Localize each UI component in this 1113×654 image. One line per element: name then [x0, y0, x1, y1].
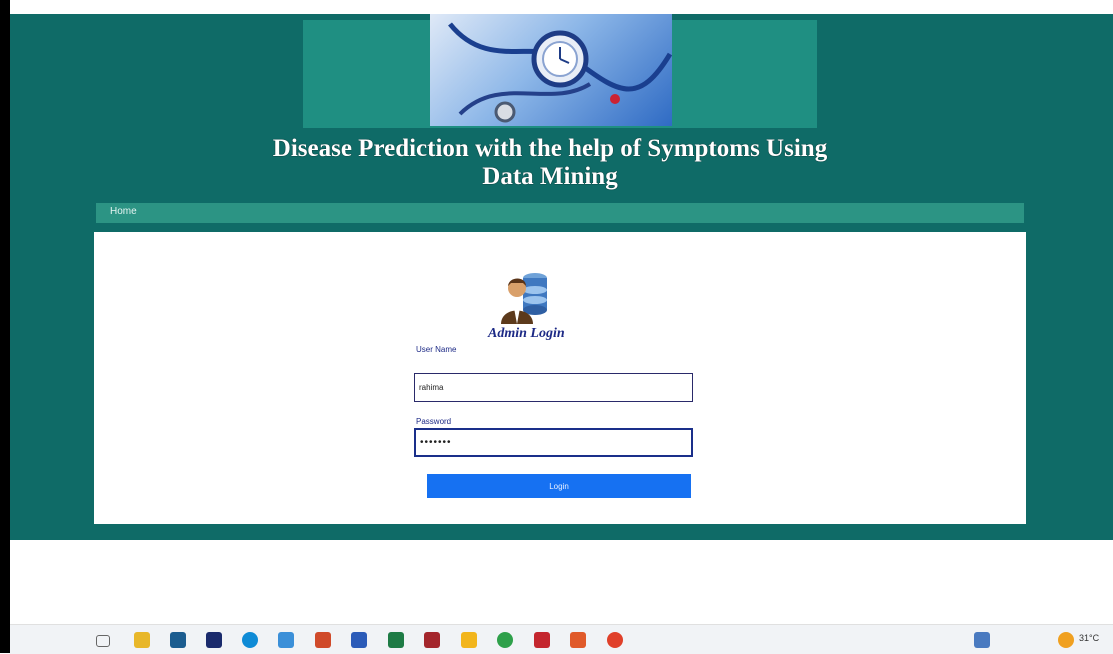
outlook-icon[interactable] [461, 632, 477, 648]
excel-icon[interactable] [388, 632, 404, 648]
login-panel: Admin Login User Name Password Login [94, 232, 1026, 524]
site-title-line-1: Disease Prediction with the help of Symp… [272, 135, 828, 162]
folder-icon[interactable] [278, 632, 294, 648]
paint-icon[interactable] [570, 632, 586, 648]
weather-icon[interactable] [1058, 632, 1074, 648]
task-view-icon[interactable] [96, 635, 110, 647]
media-icon[interactable] [534, 632, 550, 648]
nav-home-link[interactable]: Home [110, 206, 137, 217]
login-button[interactable]: Login [427, 474, 691, 498]
password-label: Password [416, 417, 452, 426]
admin-database-icon [499, 266, 549, 324]
password-input[interactable] [414, 428, 693, 457]
stethoscope-banner-image [430, 14, 672, 126]
username-input[interactable] [414, 373, 693, 402]
word-icon[interactable] [351, 632, 367, 648]
network-icon[interactable] [974, 632, 990, 648]
navbar: Home [96, 203, 1024, 223]
powerpoint-icon[interactable] [315, 632, 331, 648]
access-icon[interactable] [424, 632, 440, 648]
taskbar: 31°C [10, 624, 1113, 654]
app-icon[interactable] [206, 632, 222, 648]
edge-icon[interactable] [242, 632, 258, 648]
site-title-line-2: Data Mining [482, 163, 618, 190]
site-title: Disease Prediction with the help of Symp… [160, 135, 940, 191]
temperature-text[interactable]: 31°C [1079, 633, 1099, 643]
app-red-icon[interactable] [607, 632, 623, 648]
admin-login-title: Admin Login [488, 326, 565, 341]
store-icon[interactable] [170, 632, 186, 648]
chrome-icon[interactable] [497, 632, 513, 648]
username-label: User Name [416, 345, 457, 354]
page-blank-area [10, 540, 1113, 624]
window-frame-left [0, 0, 10, 653]
file-explorer-icon[interactable] [134, 632, 150, 648]
window-frame-top [0, 0, 1113, 14]
